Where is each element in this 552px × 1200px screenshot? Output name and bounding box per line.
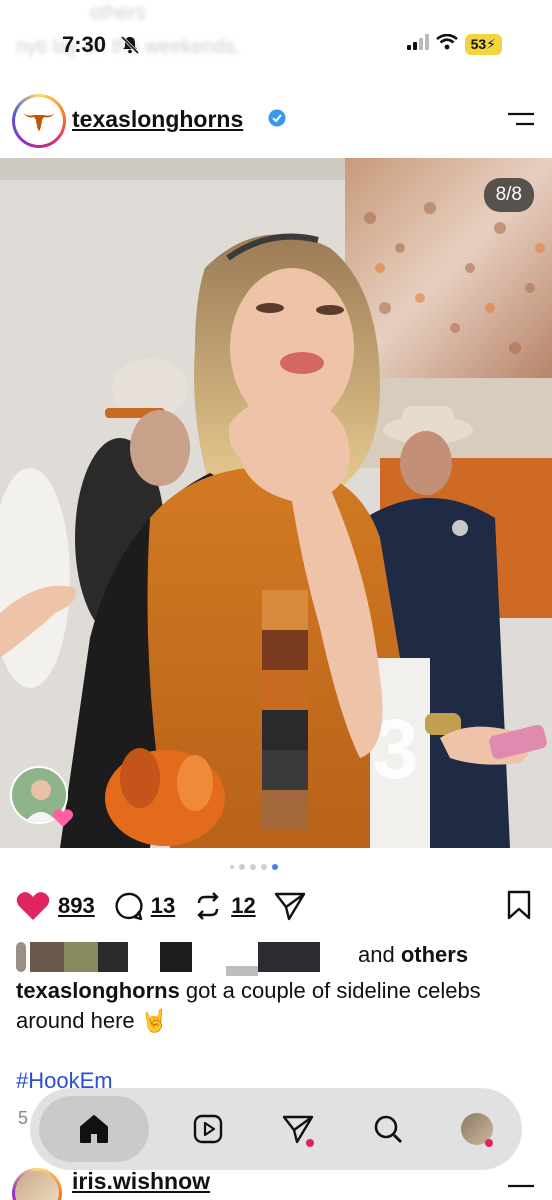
post-caption: texaslonghorns got a couple of sideline … [16, 976, 536, 1036]
post-photo[interactable]: 3 8/8 [0, 158, 552, 848]
carousel-dot [230, 865, 234, 869]
like-button[interactable]: 893 [16, 891, 95, 921]
longhorn-logo-icon [23, 113, 55, 131]
carousel-dot [239, 864, 245, 870]
redacted-block [64, 942, 98, 972]
liked-by-others[interactable]: others [401, 942, 468, 967]
battery-indicator: 53⚡ [464, 34, 502, 55]
nav-profile-button[interactable] [447, 1099, 507, 1159]
partially-hidden-text: 5 [18, 1108, 29, 1128]
next-post-header: iris.wishnow [0, 1162, 552, 1200]
system-icons: 53⚡ [406, 33, 502, 55]
post-actions: 893 13 12 [16, 884, 536, 928]
battery-level: 53 [470, 36, 487, 52]
comment-button[interactable]: 13 [113, 891, 175, 921]
heart-reaction-icon [52, 808, 74, 833]
likes-count[interactable]: 893 [58, 893, 95, 919]
carousel-dot [250, 864, 256, 870]
profile-avatar[interactable] [12, 94, 66, 148]
redacted-block [98, 942, 128, 972]
liked-by-text: and others [358, 942, 468, 968]
heart-filled-icon [16, 892, 50, 920]
carousel-dots [230, 864, 278, 870]
redacted-block [30, 942, 64, 972]
carousel-dot-active [272, 864, 278, 870]
nav-messages-button[interactable] [268, 1099, 328, 1159]
next-post-avatar[interactable] [12, 1168, 62, 1200]
search-icon [374, 1115, 402, 1143]
share-button[interactable] [274, 891, 306, 921]
next-post-username[interactable]: iris.wishnow [72, 1168, 210, 1195]
home-icon [79, 1115, 108, 1143]
repost-icon [197, 892, 219, 920]
nav-reels-button[interactable] [178, 1099, 238, 1159]
repost-button[interactable]: 12 [193, 891, 256, 921]
nav-home-button[interactable] [38, 1096, 149, 1162]
comments-count[interactable]: 13 [151, 893, 175, 919]
verified-badge-icon [268, 109, 286, 132]
caption-username[interactable]: texaslonghorns [16, 978, 180, 1003]
redacted-block [258, 942, 320, 972]
send-icon [274, 892, 305, 921]
bottom-navigation [30, 1088, 522, 1170]
save-bookmark-icon[interactable] [506, 890, 532, 925]
bell-muted-icon [120, 35, 140, 60]
next-post-menu-icon[interactable] [506, 1182, 536, 1200]
nav-search-button[interactable] [358, 1099, 418, 1159]
carousel-dot [261, 864, 267, 870]
post-menu-icon[interactable] [506, 110, 536, 135]
notification-dot [485, 1139, 494, 1147]
ghost-notification-text: others [90, 2, 146, 24]
post-header: texaslonghorns [0, 92, 552, 150]
carousel-counter: 8/8 [483, 178, 534, 212]
notification-dot [305, 1139, 314, 1147]
redacted-block [160, 942, 192, 972]
redacted-block [226, 966, 258, 976]
reels-icon [194, 1114, 223, 1144]
liked-by-line[interactable]: and others [16, 940, 536, 976]
wifi-icon [435, 33, 458, 55]
liked-by-and: and [358, 942, 401, 967]
post-username[interactable]: texaslonghorns [72, 106, 243, 133]
reposts-count[interactable]: 12 [231, 893, 255, 919]
comment-icon [115, 892, 143, 921]
clock: 7:30 [62, 32, 107, 57]
redacted-block [16, 942, 26, 972]
status-bar: 7:30 53⚡ [0, 30, 552, 62]
photo-illustration: 3 [0, 158, 552, 848]
cellular-signal-icon [406, 34, 429, 55]
